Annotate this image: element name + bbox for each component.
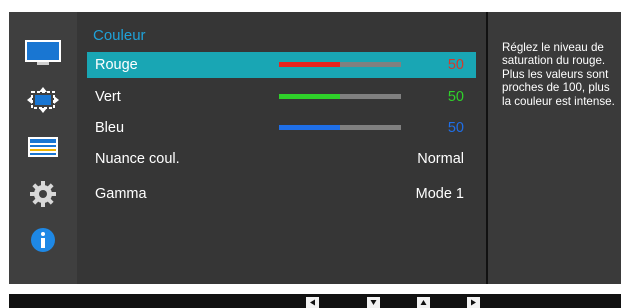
icon-rail	[9, 12, 77, 284]
menu-item-value: Mode 1	[415, 186, 464, 202]
right-arrow-key-icon[interactable]	[467, 297, 480, 308]
setup-menu-icon[interactable]	[23, 132, 63, 162]
menu-item-color-tone[interactable]: Nuance coul. Normal	[87, 146, 476, 172]
menu-item-value: 50	[447, 57, 464, 73]
left-arrow-key-icon[interactable]	[306, 297, 319, 308]
green-level-bar-fill	[279, 94, 340, 99]
red-level-bar-fill	[279, 62, 340, 67]
menu-item-label: Nuance coul.	[95, 151, 180, 167]
blue-level-bar-fill	[279, 125, 340, 130]
menu-item-blue[interactable]: Bleu 50	[87, 115, 476, 141]
info-icon[interactable]	[23, 225, 63, 255]
monitor-icon[interactable]	[23, 39, 63, 69]
red-level-bar[interactable]	[279, 62, 401, 67]
blue-level-bar[interactable]	[279, 125, 401, 130]
size-position-icon[interactable]	[23, 85, 63, 115]
menu-item-label: Gamma	[95, 186, 147, 202]
menu-item-label: Rouge	[95, 57, 138, 73]
menu-item-label: Bleu	[95, 120, 125, 136]
up-arrow-key-icon[interactable]	[417, 297, 430, 308]
menu-title: Couleur	[93, 27, 146, 44]
down-arrow-key-icon[interactable]	[367, 297, 380, 308]
menu-item-gamma[interactable]: Gamma Mode 1	[87, 181, 476, 207]
menu-item-label: Vert	[95, 89, 121, 105]
green-level-bar[interactable]	[279, 94, 401, 99]
help-text: Réglez le niveau de saturation du rouge.…	[502, 41, 615, 108]
menu-item-value: 50	[447, 89, 464, 105]
help-panel: Réglez le niveau de saturation du rouge.…	[488, 12, 621, 284]
gear-icon[interactable]	[23, 179, 63, 209]
navigation-bar	[9, 294, 621, 308]
menu-item-value: Normal	[417, 151, 464, 167]
menu-item-value: 50	[447, 120, 464, 136]
menu-item-red[interactable]: Rouge 50	[87, 52, 476, 78]
color-menu-panel: Couleur Rouge 50 Vert 50 Bleu 50 Nuance …	[77, 12, 486, 284]
menu-item-green[interactable]: Vert 50	[87, 84, 476, 110]
